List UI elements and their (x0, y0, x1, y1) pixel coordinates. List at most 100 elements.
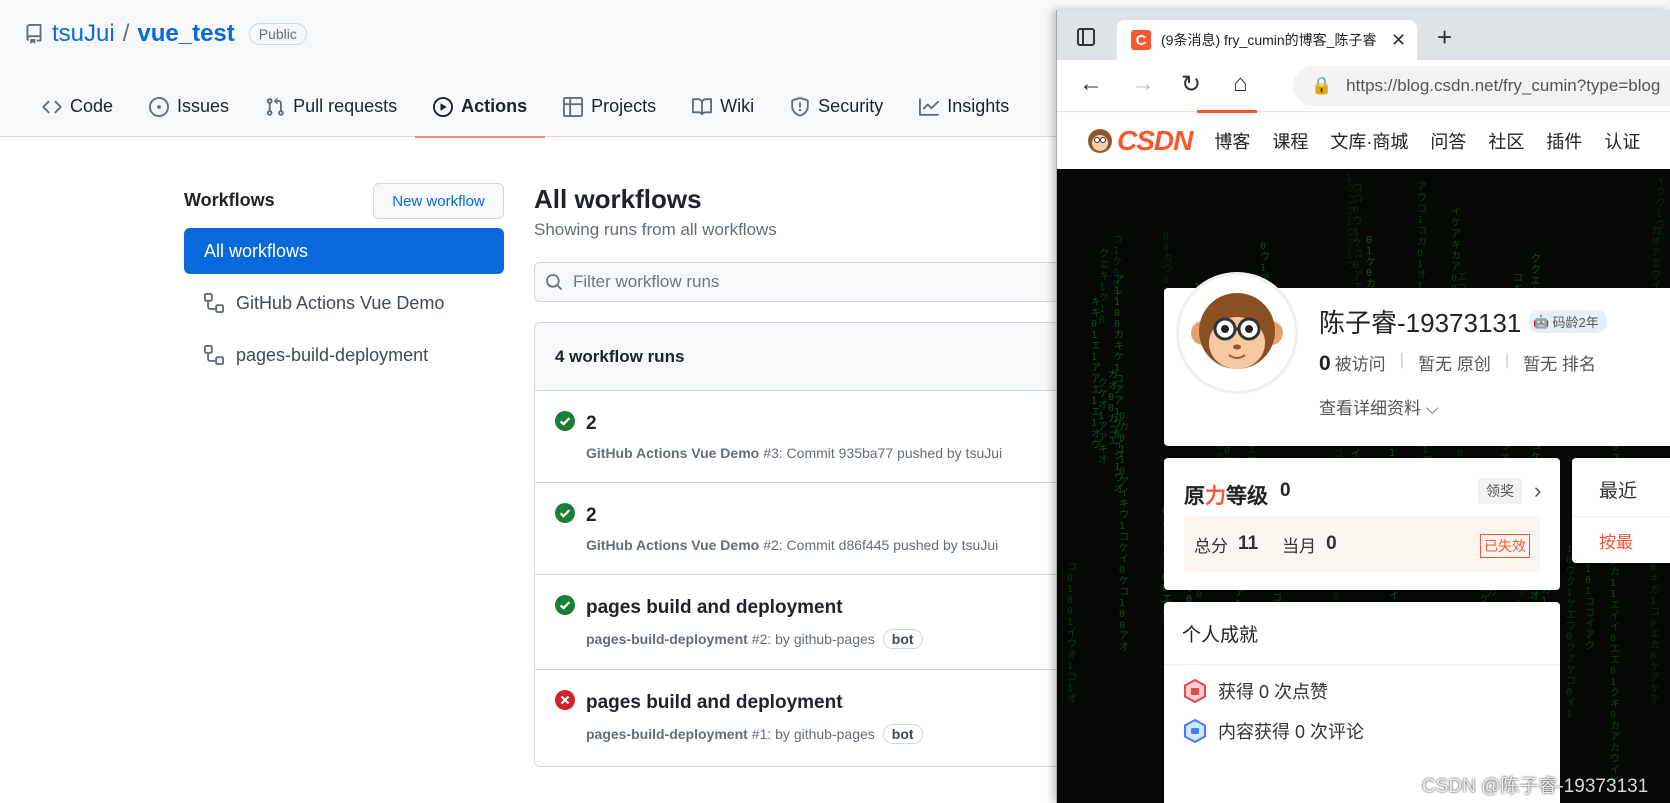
sidebar-item-label: GitHub Actions Vue Demo (236, 292, 445, 313)
sidebar-item-vue-demo[interactable]: GitHub Actions Vue Demo (204, 283, 504, 323)
forward-arrow-icon[interactable]: → (1131, 70, 1155, 98)
filter-workflow-runs-input[interactable] (573, 272, 1053, 292)
nav-link[interactable]: 文库·商城 (1330, 128, 1408, 154)
run-detail: #3: Commit 935ba77 pushed by tsuJui (763, 445, 1003, 461)
run-meta: GitHub Actions Vue Demo #2: Commit d86f44… (586, 537, 998, 553)
success-check-icon (555, 595, 575, 615)
profile-stats: 0 被访问 | 暂无 原创 | 暂无 排名 (1319, 350, 1596, 375)
back-arrow-icon[interactable]: ← (1079, 70, 1103, 98)
profile-name-text: 陈子睿-19373131 (1319, 308, 1522, 338)
browser-tab-title: (9条消息) fry_cumin的博客_陈子睿 (1161, 32, 1377, 48)
csdn-logo-text: CSDN (1117, 125, 1193, 156)
recent-title[interactable]: 最近 (1599, 476, 1637, 503)
nav-link[interactable]: 插件 (1546, 128, 1582, 154)
chevron-right-icon[interactable]: › (1534, 478, 1541, 504)
tab-label: Actions (461, 96, 528, 116)
sidebar-item-all-workflows[interactable]: All workflows (184, 228, 504, 274)
run-title[interactable]: 2 (586, 505, 597, 527)
sidebar-item-pages-build[interactable]: pages-build-deployment (204, 335, 504, 375)
achievement-item: 内容获得 0 次评论 (1184, 718, 1364, 744)
recent-card: 最近 按最 (1572, 458, 1670, 563)
nav-link[interactable]: 博客 (1214, 128, 1250, 154)
page-subtitle: Showing runs from all workflows (534, 220, 777, 239)
csdn-watermark: CSDN @陈子睿-19373131 (1422, 776, 1649, 797)
workflow-run-row[interactable]: 2 GitHub Actions Vue Demo #2: Commit d86f… (535, 483, 1093, 575)
visibility-badge: Public (248, 23, 307, 45)
workflow-icon (204, 293, 224, 313)
close-tab-icon[interactable]: ✕ (1391, 30, 1406, 51)
profile-name: 陈子睿-19373131 🤖 码龄2年 (1319, 303, 1607, 340)
browser-tab-strip: C (9条消息) fry_cumin的博客_陈子睿 ✕ + (1057, 10, 1670, 60)
tab-security[interactable]: Security (772, 86, 901, 137)
nav-link[interactable]: 认证 (1604, 128, 1640, 154)
matrix-rain-column: カ1カ11エイイ0エエ01クキ0カアカウイキ (1610, 545, 1620, 787)
coding-age-text: 码龄2年 (1552, 315, 1599, 330)
tab-pull-requests[interactable]: Pull requests (247, 86, 415, 137)
run-title[interactable]: pages build and deployment (586, 597, 843, 619)
filter-box (534, 262, 1094, 302)
tab-label: Code (70, 96, 114, 116)
score-box: 总分 11 当月 0 已失效 (1184, 516, 1540, 572)
matrix-rain-column: クエキ1ク10 (1099, 249, 1109, 326)
stat-visits: 0 被访问 (1319, 352, 1386, 375)
tab-wiki[interactable]: Wiki (674, 86, 772, 137)
repo-owner-link[interactable]: tsuJui (52, 20, 115, 48)
level-card: 原力等级 0 领奖 › 总分 11 当月 0 已失效 (1164, 458, 1560, 590)
page-title: All workflows (534, 184, 702, 214)
monkey-avatar-icon (1191, 293, 1283, 369)
failure-x-icon (555, 690, 575, 710)
workflows-heading: Workflows (184, 190, 275, 210)
run-meta: GitHub Actions Vue Demo #3: Commit 935ba7… (586, 445, 1002, 461)
browser-toolbar: ← → ↻ ⌂ 🔒 https://blog.csdn.net/fry_cumi… (1057, 60, 1670, 112)
tab-insights[interactable]: Insights (901, 86, 1027, 137)
tab-actions-icon[interactable] (1077, 28, 1095, 46)
view-details-link[interactable]: 查看详细资料 ⌵ (1319, 394, 1439, 419)
achievements-title: 个人成就 (1182, 625, 1259, 646)
repo-name-link[interactable]: vue_test (137, 20, 234, 48)
repo-title: tsuJui / vue_test Public (24, 20, 307, 48)
csdn-logo[interactable]: CSDN (1087, 125, 1193, 157)
browser-tab-csdn[interactable]: C (9条消息) fry_cumin的博客_陈子睿 ✕ (1117, 20, 1417, 60)
run-detail: #1: by github-pages (751, 726, 875, 742)
workflow-run-row[interactable]: pages build and deployment pages-build-d… (535, 575, 1093, 670)
refresh-icon[interactable]: ↻ (1181, 70, 1201, 99)
total-score: 11 (1238, 533, 1259, 554)
workflow-run-row[interactable]: 2 GitHub Actions Vue Demo #3: Commit 935b… (535, 391, 1093, 483)
success-check-icon (555, 503, 575, 523)
csdn-navbar: CSDN 博客 课程 文库·商城 问答 社区 插件 认证 (1057, 113, 1670, 169)
new-tab-icon[interactable]: + (1437, 22, 1452, 53)
tab-label: Security (818, 96, 884, 116)
matrix-rain-column: コ01001イウオ1コ1オ (1067, 562, 1077, 705)
book-icon (692, 98, 713, 116)
tab-label: Issues (177, 96, 230, 116)
thumbs-up-badge-icon (1184, 679, 1206, 703)
tab-code[interactable]: Code (24, 86, 131, 137)
run-workflow: pages-build-deployment (586, 726, 748, 742)
tab-issues[interactable]: Issues (131, 86, 247, 137)
claim-award-button[interactable]: 领奖 (1478, 478, 1522, 504)
run-meta: pages-build-deployment #1: by github-page… (586, 724, 923, 744)
workflow-run-row[interactable]: pages build and deployment pages-build-d… (535, 670, 1093, 766)
tab-label: Insights (947, 96, 1010, 116)
tab-projects[interactable]: Projects (545, 86, 674, 137)
avatar[interactable] (1176, 272, 1298, 394)
tab-label: Projects (591, 96, 657, 116)
run-title[interactable]: pages build and deployment (586, 692, 843, 714)
url-text: https://blog.csdn.net/fry_cumin?type=blo… (1346, 76, 1661, 95)
run-workflow: pages-build-deployment (586, 631, 748, 647)
table-icon (563, 97, 584, 117)
new-workflow-button[interactable]: New workflow (373, 183, 504, 219)
tab-actions[interactable]: Actions (415, 86, 546, 138)
nav-link[interactable]: 问答 (1430, 128, 1466, 154)
robot-icon: 🤖 (1533, 313, 1550, 329)
csdn-favicon-icon: C (1131, 30, 1151, 50)
sort-link[interactable]: 按最 (1599, 528, 1633, 553)
matrix-rain-column: クケオ1アアキオ (1098, 378, 1108, 466)
home-icon[interactable]: ⌂ (1233, 70, 1248, 98)
nav-link[interactable]: 课程 (1272, 128, 1308, 154)
level-title: 原力等级 (1184, 485, 1268, 508)
address-bar[interactable]: 🔒 https://blog.csdn.net/fry_cumin?type=b… (1293, 66, 1670, 106)
search-icon (546, 274, 562, 290)
nav-link[interactable]: 社区 (1488, 128, 1524, 154)
run-title[interactable]: 2 (586, 413, 597, 435)
